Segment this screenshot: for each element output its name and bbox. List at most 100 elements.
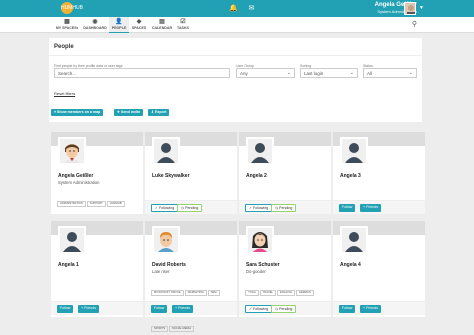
people-card[interactable]: Angela 3 Follow + Friends bbox=[333, 132, 425, 214]
people-card[interactable]: David Roberts Late riser MICROSOFT OFFIC… bbox=[145, 221, 237, 332]
spaces-icon: ◆ bbox=[136, 19, 142, 25]
following-button[interactable]: ✓ Following bbox=[245, 204, 273, 212]
user-group-select[interactable]: Any ⌄ bbox=[236, 68, 295, 78]
nav-label: TASKS bbox=[177, 26, 189, 30]
user-avatar[interactable] bbox=[404, 2, 416, 15]
avatar[interactable] bbox=[246, 226, 274, 254]
chevron-down-icon: ⌄ bbox=[286, 70, 291, 76]
button-label: Following bbox=[253, 206, 269, 210]
tag[interactable]: ENGLISH bbox=[277, 290, 295, 296]
search-icon[interactable]: ⚲ bbox=[412, 20, 417, 28]
nav-people[interactable]: 👤 PEOPLE bbox=[109, 17, 129, 33]
tag[interactable]: SUPPORT bbox=[86, 201, 106, 207]
avatar[interactable] bbox=[58, 226, 86, 254]
nav-label: SPACES bbox=[131, 26, 147, 30]
tag[interactable]: GERMAN bbox=[295, 290, 314, 296]
people-card[interactable]: Angela 1 Follow + Friends bbox=[51, 221, 143, 317]
avatar[interactable] bbox=[152, 137, 180, 165]
send-invite-button[interactable]: ✈ Send invite bbox=[114, 109, 144, 116]
button-label: Friends bbox=[84, 306, 97, 310]
dashboard-icon: ◉ bbox=[92, 19, 98, 25]
friends-button[interactable]: + Friends bbox=[78, 305, 100, 313]
avatar[interactable] bbox=[246, 137, 274, 165]
avatar[interactable] bbox=[58, 137, 86, 165]
button-label: Friends bbox=[366, 306, 379, 310]
card-footer: ✓ Following ◷ Pending bbox=[239, 301, 331, 315]
sorting-select[interactable]: Last login ⌄ bbox=[300, 68, 358, 78]
tag[interactable]: YOGA bbox=[245, 290, 259, 296]
follow-button[interactable]: Follow bbox=[339, 305, 356, 313]
nav-dashboard[interactable]: ◉ DASHBOARD bbox=[83, 17, 107, 33]
grid-icon: ▦ bbox=[64, 19, 70, 25]
status-select[interactable]: All ⌄ bbox=[363, 68, 417, 78]
people-panel: People Find people by their profile data… bbox=[49, 38, 422, 122]
tag[interactable]: ADMINISTRATION bbox=[57, 201, 86, 207]
card-name[interactable]: Angela 3 bbox=[340, 173, 361, 179]
tag[interactable]: SEM bbox=[207, 290, 220, 296]
card-name[interactable]: Angela 1 bbox=[58, 262, 79, 268]
avatar[interactable] bbox=[340, 137, 368, 165]
tag[interactable]: MARKETING bbox=[184, 290, 207, 296]
card-name[interactable]: Sara Schuster bbox=[246, 262, 280, 268]
people-card[interactable]: Sara Schuster Do-gooder YOGA TRAVEL ENGLIS… bbox=[239, 221, 331, 317]
avatar[interactable] bbox=[340, 226, 368, 254]
card-title: Late riser bbox=[152, 269, 170, 274]
card-name[interactable]: Luke Skywalker bbox=[152, 173, 190, 179]
bell-icon[interactable]: 🔔 bbox=[229, 4, 238, 13]
following-button[interactable]: ✓ Following bbox=[245, 305, 273, 313]
search-input[interactable]: Search... bbox=[54, 68, 230, 78]
card-name[interactable]: Angela Geißler bbox=[58, 173, 93, 179]
button-label: Send invite bbox=[121, 110, 141, 114]
avatar[interactable] bbox=[152, 226, 180, 254]
card-footer: Follow + Friends bbox=[333, 301, 425, 315]
pending-button[interactable]: ◷ Pending bbox=[177, 204, 203, 212]
button-label: Follow bbox=[60, 306, 71, 310]
user-menu-caret-icon[interactable]: ▼ bbox=[419, 5, 424, 11]
chevron-down-icon: ⌄ bbox=[349, 70, 354, 76]
tag[interactable]: HUMHUB bbox=[106, 201, 125, 207]
following-button[interactable]: ✓ Following bbox=[151, 204, 179, 212]
nav-tasks[interactable]: ☑ TASKS bbox=[175, 17, 191, 33]
button-label: Pending bbox=[279, 307, 293, 311]
pending-button[interactable]: ◷ Pending bbox=[271, 305, 297, 313]
nav-calendar[interactable]: ▤ CALENDAR bbox=[150, 17, 174, 33]
humhub-logo[interactable]: HUMHUB bbox=[61, 2, 83, 14]
tag[interactable]: MICROSOFT OFFICE bbox=[151, 290, 184, 296]
people-card[interactable]: Angela 2 ✓ Following ◷ Pending bbox=[239, 132, 331, 214]
nav-label: PEOPLE bbox=[111, 26, 127, 30]
people-card[interactable]: Angela 4 Follow + Friends bbox=[333, 221, 425, 317]
card-name[interactable]: David Roberts bbox=[152, 262, 186, 268]
people-card[interactable]: Luke Skywalker ✓ Following ◷ Pending bbox=[145, 132, 237, 214]
group-value: Any bbox=[240, 71, 248, 76]
tag-list: ADMINISTRATION SUPPORT HUMHUB bbox=[57, 191, 139, 209]
nav-spaces[interactable]: ◆ SPACES bbox=[130, 17, 148, 33]
button-label: Pending bbox=[279, 206, 293, 210]
follow-button[interactable]: Follow bbox=[339, 204, 356, 212]
chevron-down-icon: ⌄ bbox=[408, 70, 413, 76]
show-map-button[interactable]: ⌖ Show members on a map bbox=[51, 109, 104, 116]
search-placeholder: Search... bbox=[58, 71, 77, 76]
card-title: System Administration bbox=[58, 180, 100, 185]
people-card[interactable]: Angela Geißler System Administration ADM… bbox=[51, 132, 143, 214]
tag[interactable]: SPORTS bbox=[151, 326, 169, 332]
card-title: Do-gooder bbox=[246, 269, 266, 274]
reset-filters-link[interactable]: Reset filters bbox=[54, 91, 75, 96]
tag[interactable]: SOCIAL MEDIA bbox=[169, 326, 195, 332]
card-name[interactable]: Angela 2 bbox=[246, 173, 267, 179]
card-footer: ✓ Following ◷ Pending bbox=[239, 200, 331, 214]
button-label: Follow bbox=[154, 306, 165, 310]
tag[interactable]: TRAVEL bbox=[259, 290, 277, 296]
pending-button[interactable]: ◷ Pending bbox=[271, 204, 297, 212]
envelope-icon[interactable]: ✉ bbox=[247, 4, 256, 13]
card-footer: Follow + Friends bbox=[51, 301, 143, 315]
export-button[interactable]: ⇩ Export bbox=[148, 109, 170, 116]
card-name[interactable]: Angela 4 bbox=[340, 262, 361, 268]
follow-button[interactable]: Follow bbox=[151, 305, 168, 313]
friends-button[interactable]: + Friends bbox=[172, 305, 194, 313]
friends-button[interactable]: + Friends bbox=[360, 204, 382, 212]
follow-button[interactable]: Follow bbox=[57, 305, 74, 313]
friends-button[interactable]: + Friends bbox=[360, 305, 382, 313]
nav-my-spaces[interactable]: ▦ MY SPACES▾ bbox=[53, 17, 81, 33]
card-footer: Follow + Friends bbox=[333, 200, 425, 214]
button-label: Following bbox=[159, 206, 175, 210]
